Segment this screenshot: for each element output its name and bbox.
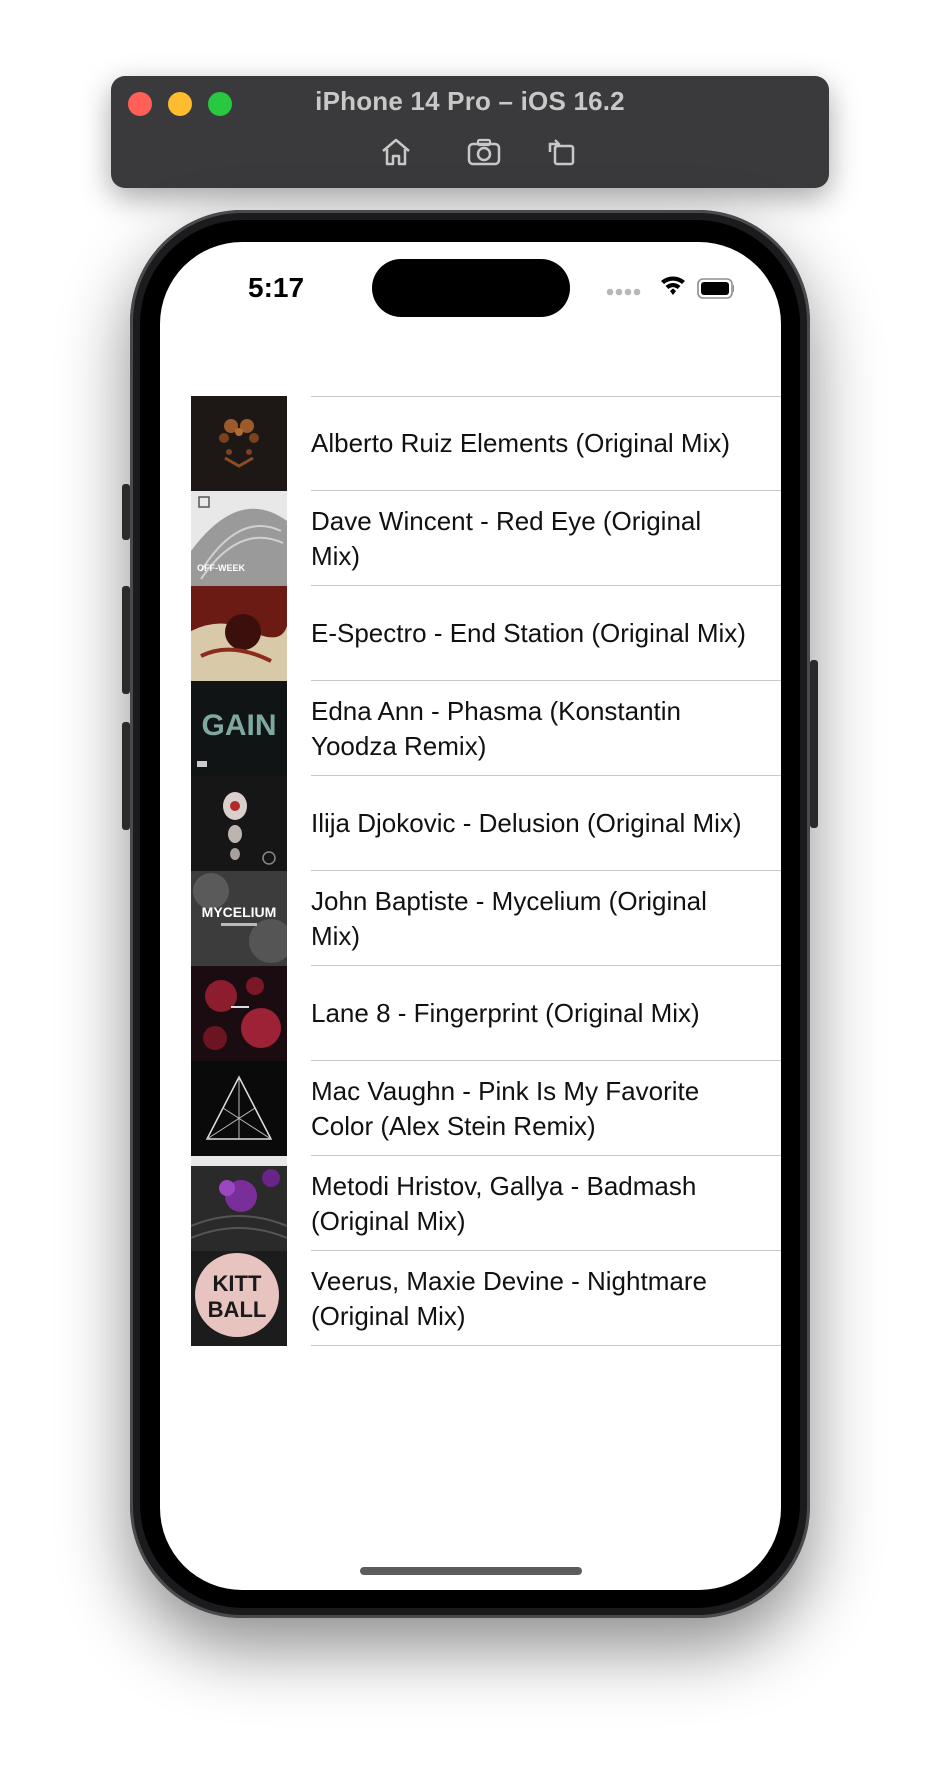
home-button[interactable] xyxy=(378,136,414,168)
status-icons xyxy=(604,276,735,302)
volume-up-button xyxy=(122,586,130,694)
artwork-text: MYCELIUM xyxy=(202,904,277,920)
track-row[interactable]: KITT BALL Veerus, Maxie Devine - Nightma… xyxy=(160,1251,781,1346)
wifi-icon xyxy=(661,276,685,295)
track-artwork xyxy=(191,1061,287,1156)
track-title: John Baptiste - Mycelium (Original Mix) xyxy=(311,885,707,951)
signal-dots-icon xyxy=(606,288,641,296)
phone-screen: 5:17 Alberto Ruiz Elements (Original Mix… xyxy=(160,242,781,1590)
row-separator xyxy=(311,1345,781,1346)
track-title: Dave Wincent - Red Eye (Original Mix) xyxy=(311,505,702,571)
track-artwork xyxy=(191,586,287,681)
track-row[interactable]: E-Spectro - End Station (Original Mix) xyxy=(160,586,781,681)
track-artwork: OFF-WEEK xyxy=(191,491,287,586)
track-title: Mac Vaughn - Pink Is My Favorite Color (… xyxy=(311,1075,700,1141)
track-row[interactable]: GAIN Edna Ann - Phasma (Konstantin Yoodz… xyxy=(160,681,781,776)
track-title: Metodi Hristov, Gallya - Badmash (Origin… xyxy=(311,1170,697,1236)
track-artwork xyxy=(191,966,287,1061)
track-artwork xyxy=(191,1156,287,1251)
track-row[interactable]: Alberto Ruiz Elements (Original Mix) xyxy=(160,396,781,491)
side-power-button xyxy=(810,660,818,828)
track-artwork: MYCELIUM xyxy=(191,871,287,966)
screenshot-button[interactable] xyxy=(466,136,502,168)
artwork-text: BALL xyxy=(208,1297,267,1322)
track-row[interactable]: Mac Vaughn - Pink Is My Favorite Color (… xyxy=(160,1061,781,1156)
track-row[interactable]: OFF-WEEK Dave Wincent - Red Eye (Origina… xyxy=(160,491,781,586)
rotate-button[interactable] xyxy=(544,136,580,168)
artwork-text: OFF-WEEK xyxy=(197,563,245,573)
track-artwork: GAIN xyxy=(191,681,287,776)
track-title: E-Spectro - End Station (Original Mix) xyxy=(311,618,746,648)
track-title: Lane 8 - Fingerprint (Original Mix) xyxy=(311,998,700,1028)
track-title: Edna Ann - Phasma (Konstantin Yoodza Rem… xyxy=(311,695,682,761)
simulator-title: iPhone 14 Pro – iOS 16.2 xyxy=(315,86,625,116)
track-row[interactable]: Ilija Djokovic - Delusion (Original Mix) xyxy=(160,776,781,871)
home-indicator[interactable] xyxy=(360,1567,582,1575)
track-title: Ilija Djokovic - Delusion (Original Mix) xyxy=(311,808,742,838)
artwork-text: GAIN xyxy=(202,709,277,742)
track-row[interactable]: Metodi Hristov, Gallya - Badmash (Origin… xyxy=(160,1156,781,1251)
track-row[interactable]: Lane 8 - Fingerprint (Original Mix) xyxy=(160,966,781,1061)
status-time: 5:17 xyxy=(248,272,305,303)
track-title: Veerus, Maxie Devine - Nightmare (Origin… xyxy=(311,1265,707,1331)
track-artwork xyxy=(191,776,287,871)
rotate-icon xyxy=(548,139,575,166)
track-artwork xyxy=(191,396,287,491)
screenshot-icon xyxy=(467,138,501,166)
battery-icon xyxy=(697,278,735,299)
track-list[interactable]: Alberto Ruiz Elements (Original Mix) OFF… xyxy=(160,396,781,1346)
action-button xyxy=(122,484,130,540)
dynamic-island xyxy=(372,259,570,317)
home-icon xyxy=(382,138,410,166)
track-title: Alberto Ruiz Elements (Original Mix) xyxy=(311,428,731,458)
artwork-text: KITT xyxy=(213,1271,262,1296)
volume-down-button xyxy=(122,722,130,830)
track-artwork: KITT BALL xyxy=(191,1251,287,1346)
track-row[interactable]: MYCELIUM John Baptiste - Mycelium (Origi… xyxy=(160,871,781,966)
